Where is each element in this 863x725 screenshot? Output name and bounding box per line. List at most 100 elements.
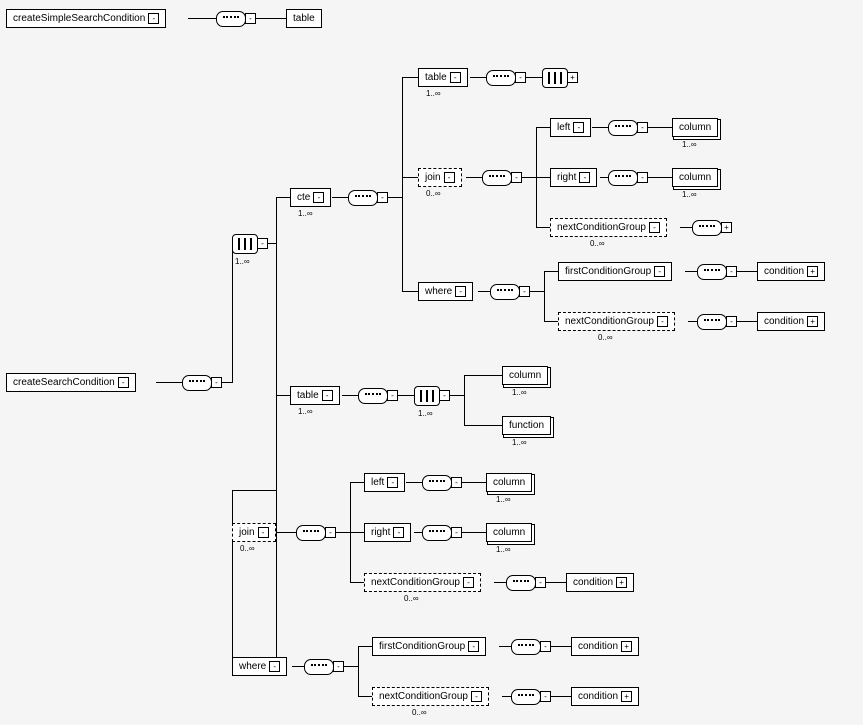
expand-icon[interactable]: - [313, 192, 324, 203]
expand-icon[interactable]: - [325, 527, 336, 538]
expand-icon[interactable]: - [468, 641, 479, 652]
cardinality: 1..∞ [512, 438, 527, 447]
node-main-where-fcg: firstConditionGroup- [372, 637, 486, 656]
node-cte: cte- [290, 188, 331, 207]
connector [502, 696, 511, 697]
label: firstConditionGroup [379, 641, 465, 652]
expand-icon[interactable]: - [519, 286, 530, 297]
node-main-where-ncg: nextConditionGroup- [372, 687, 489, 706]
expand-icon[interactable]: + [621, 691, 632, 702]
expand-icon[interactable]: - [451, 477, 462, 488]
expand-icon[interactable]: - [333, 661, 344, 672]
label: right [371, 527, 390, 538]
expand-icon[interactable]: - [540, 691, 551, 702]
connector [350, 532, 364, 533]
sequence-icon: - [358, 388, 388, 404]
connector [332, 197, 348, 198]
expand-icon[interactable]: + [621, 641, 632, 652]
expand-icon[interactable]: - [463, 577, 474, 588]
connector [256, 18, 286, 19]
expand-icon[interactable]: - [540, 641, 551, 652]
connector [526, 77, 542, 78]
label: column [493, 527, 525, 538]
expand-icon[interactable]: - [393, 527, 404, 538]
cardinality: 0..∞ [404, 594, 419, 603]
expand-icon[interactable]: - [211, 377, 222, 388]
sequence-icon: - [608, 120, 638, 136]
expand-icon[interactable]: - [515, 72, 526, 83]
expand-icon[interactable]: - [637, 122, 648, 133]
expand-icon[interactable]: - [118, 377, 129, 388]
node-table: table [286, 9, 322, 28]
expand-icon[interactable]: - [245, 13, 256, 24]
expand-icon[interactable]: - [573, 122, 584, 133]
label: table [425, 72, 447, 83]
label: where [425, 286, 452, 297]
connector [350, 482, 364, 483]
connector [414, 532, 422, 533]
connector [358, 696, 372, 697]
expand-icon[interactable]: - [387, 477, 398, 488]
expand-icon[interactable]: - [726, 316, 737, 327]
expand-icon[interactable]: - [649, 222, 660, 233]
cardinality: 1..∞ [496, 495, 511, 504]
expand-icon[interactable]: - [322, 390, 333, 401]
sequence-icon: - [482, 170, 512, 186]
node-cte-join-left: left- [550, 118, 591, 137]
connector [276, 197, 277, 666]
expand-icon[interactable]: - [511, 172, 522, 183]
expand-icon[interactable]: - [637, 172, 648, 183]
choice-icon: - [232, 234, 258, 254]
sequence-icon: - [486, 70, 516, 86]
expand-icon[interactable]: - [535, 577, 546, 588]
expand-icon[interactable]: + [721, 222, 732, 233]
sequence-icon: - [216, 11, 246, 27]
connector [464, 375, 502, 376]
connector [276, 395, 290, 396]
label: nextConditionGroup [557, 222, 646, 233]
expand-icon[interactable]: - [439, 390, 450, 401]
expand-icon[interactable]: - [387, 390, 398, 401]
expand-icon[interactable]: + [567, 72, 578, 83]
label: function [509, 420, 544, 431]
expand-icon[interactable]: - [451, 527, 462, 538]
expand-icon[interactable]: - [579, 172, 590, 183]
label: left [371, 477, 384, 488]
connector [551, 696, 571, 697]
expand-icon[interactable]: - [269, 661, 280, 672]
expand-icon[interactable]: + [616, 577, 627, 588]
node-cte-where-fcg-cond: condition+ [757, 262, 825, 281]
expand-icon[interactable]: + [807, 266, 818, 277]
connector [592, 127, 608, 128]
expand-icon[interactable]: - [726, 266, 737, 277]
connector [276, 490, 277, 532]
node-createSimpleSearchCondition: createSimpleSearchCondition- [6, 9, 166, 28]
expand-icon[interactable]: - [471, 691, 482, 702]
expand-icon[interactable]: - [444, 172, 455, 183]
expand-icon[interactable]: - [657, 316, 668, 327]
connector [688, 321, 697, 322]
sequence-icon: - [182, 375, 212, 391]
expand-icon[interactable]: - [654, 266, 665, 277]
label: createSearchCondition [13, 377, 115, 388]
connector [292, 666, 304, 667]
label: cte [297, 192, 310, 203]
connector [358, 646, 372, 647]
cardinality: 1..∞ [298, 209, 313, 218]
sequence-icon: - [697, 264, 727, 280]
expand-icon[interactable]: - [377, 192, 388, 203]
label: condition [573, 577, 613, 588]
node-main-join-right: right- [364, 523, 411, 542]
label: column [493, 477, 525, 488]
sequence-icon: - [422, 475, 452, 491]
label: where [239, 661, 266, 672]
cardinality: 1..∞ [298, 407, 313, 416]
expand-icon[interactable]: - [148, 13, 159, 24]
connector [232, 490, 233, 666]
expand-icon[interactable]: - [258, 527, 269, 538]
sequence-icon: - [296, 525, 326, 541]
expand-icon[interactable]: - [455, 286, 466, 297]
connector [466, 177, 482, 178]
expand-icon[interactable]: - [450, 72, 461, 83]
expand-icon[interactable]: + [807, 316, 818, 327]
